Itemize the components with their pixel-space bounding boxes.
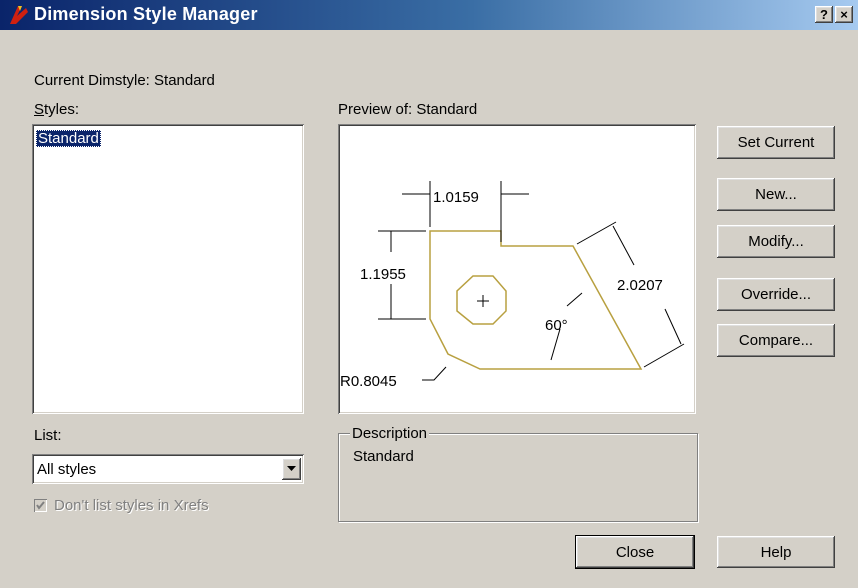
dim-angle-text: 60° <box>545 317 568 334</box>
window-title: Dimension Style Manager <box>34 4 258 24</box>
title-bar[interactable]: Dimension Style Manager ? × <box>0 0 858 30</box>
dim-slant-text: 2.0207 <box>617 277 663 294</box>
modify-button[interactable]: Modify... <box>717 225 835 258</box>
close-label: Close <box>615 543 655 561</box>
preview-label: Preview of: Standard <box>338 101 478 118</box>
help-label: Help <box>760 543 792 561</box>
xrefs-checkbox-label: Don't list styles in Xrefs <box>54 497 209 514</box>
styles-label: Styles: <box>34 101 80 118</box>
styles-list-item[interactable]: Standard <box>36 130 101 147</box>
compare-label: Compare... <box>738 332 814 349</box>
modify-label: Modify... <box>748 233 804 250</box>
current-dimstyle-label: Current Dimstyle: Standard <box>34 72 215 89</box>
dim-width-text: 1.0159 <box>433 189 479 206</box>
set-current-label: Set Current <box>737 134 815 151</box>
new-label: New... <box>755 186 797 203</box>
override-label: Override... <box>740 286 812 303</box>
close-titlebar-button[interactable]: × <box>835 6 853 23</box>
set-current-button[interactable]: Set Current <box>717 126 835 159</box>
compare-button[interactable]: Compare... <box>717 324 835 357</box>
check-icon <box>36 501 45 510</box>
description-legend: Description <box>350 425 430 442</box>
description-group <box>338 433 698 522</box>
close-button[interactable]: Close <box>575 535 695 569</box>
description-text: Standard <box>353 448 414 465</box>
chevron-down-icon <box>287 466 296 471</box>
xrefs-checkbox-row[interactable]: Don't list styles in Xrefs <box>34 497 209 514</box>
list-dropdown-value: All styles <box>37 461 97 478</box>
xrefs-checkbox[interactable] <box>34 499 47 512</box>
styles-label-rest: tyles: <box>44 101 80 118</box>
dim-radius-text: R0.8045 <box>340 373 397 390</box>
preview-panel: 1.0159 1.1955 2.0207 60° R0.8045 <box>338 124 696 414</box>
override-button[interactable]: Override... <box>717 278 835 311</box>
list-dropdown[interactable]: All styles <box>32 454 304 484</box>
dropdown-arrow-button[interactable] <box>282 458 301 480</box>
autocad-app-icon <box>10 6 28 24</box>
list-label: List: <box>34 427 62 444</box>
hole-circle <box>456 275 507 325</box>
part-outline <box>429 230 643 370</box>
dimension-preview-drawing: 1.0159 1.1955 2.0207 60° R0.8045 <box>340 181 685 390</box>
styles-listbox[interactable]: Standard <box>32 124 304 414</box>
dim-height-text: 1.1955 <box>360 266 406 283</box>
new-button[interactable]: New... <box>717 178 835 211</box>
help-titlebar-button[interactable]: ? <box>815 6 833 23</box>
help-button[interactable]: Help <box>717 536 835 568</box>
